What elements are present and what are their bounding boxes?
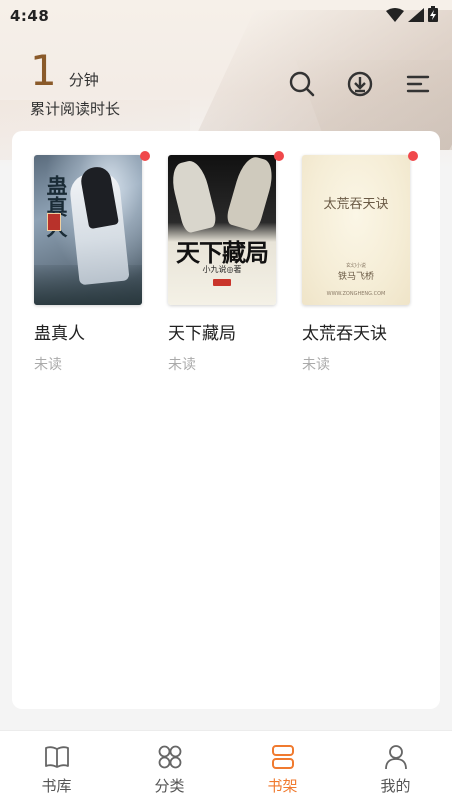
category-grid-icon xyxy=(158,745,181,769)
search-button[interactable] xyxy=(288,70,316,98)
cover-author: 铁马飞桥 xyxy=(337,272,374,282)
book-cover[interactable]: 蛊真人 xyxy=(34,155,142,305)
unread-dot xyxy=(408,151,418,161)
download-button[interactable] xyxy=(346,70,374,98)
reading-stats: 1 分钟 累计阅读时长 xyxy=(30,46,120,119)
status-time: 4:48 xyxy=(10,7,50,25)
download-icon xyxy=(347,71,373,97)
wifi-icon xyxy=(386,7,404,26)
book-item[interactable]: 蛊真人 蛊真人 未读 xyxy=(34,151,150,374)
menu-button[interactable] xyxy=(404,70,432,98)
nav-item-library[interactable]: 书库 xyxy=(0,731,113,804)
nav-label: 书库 xyxy=(41,777,72,795)
reading-unit: 分钟 xyxy=(68,71,99,89)
book-title[interactable]: 太荒吞天诀 xyxy=(302,319,414,344)
bookshelf-icon xyxy=(271,745,294,769)
cover-genre: 玄幻小说 xyxy=(345,263,366,269)
book-title[interactable]: 蛊真人 xyxy=(34,319,146,344)
menu-icon xyxy=(406,75,430,93)
search-icon xyxy=(289,71,315,97)
book-status: 未读 xyxy=(168,357,196,373)
cover-title: 天下藏局 xyxy=(176,238,269,267)
status-bar: 4:48 xyxy=(0,0,452,32)
book-item[interactable]: 太荒吞天诀 玄幻小说 铁马飞桥 WWW.ZONGHENG.COM 太荒吞天诀 未… xyxy=(302,151,418,374)
nav-label: 分类 xyxy=(154,777,185,795)
reading-minutes: 1 xyxy=(30,46,57,95)
user-icon xyxy=(384,745,407,770)
battery-charging-icon xyxy=(428,6,438,26)
nav-item-me[interactable]: 我的 xyxy=(339,731,452,804)
nav-label: 书架 xyxy=(267,777,298,795)
header-actions xyxy=(288,70,432,98)
book-status: 未读 xyxy=(34,357,62,373)
bottom-nav: 书库 分类 书架 我的 xyxy=(0,730,452,804)
cover-title: 太荒吞天诀 xyxy=(323,197,389,212)
bookshelf-card: 蛊真人 蛊真人 未读 天下藏局 小九说◎著 天下藏局 未读 太荒吞天诀 玄幻小说… xyxy=(12,131,440,709)
book-cover[interactable]: 太荒吞天诀 玄幻小说 铁马飞桥 WWW.ZONGHENG.COM xyxy=(302,155,410,305)
unread-dot xyxy=(140,151,150,161)
nav-item-bookshelf[interactable]: 书架 xyxy=(226,731,339,804)
nav-label: 我的 xyxy=(380,777,411,795)
reading-caption: 累计阅读时长 xyxy=(30,100,121,118)
signal-icon xyxy=(408,7,424,26)
book-open-icon xyxy=(44,746,69,768)
book-cover[interactable]: 天下藏局 小九说◎著 xyxy=(168,155,276,305)
status-icons xyxy=(386,6,438,26)
book-title[interactable]: 天下藏局 xyxy=(168,319,280,344)
cover-site: WWW.ZONGHENG.COM xyxy=(326,291,386,297)
book-item[interactable]: 天下藏局 小九说◎著 天下藏局 未读 xyxy=(168,151,284,374)
unread-dot xyxy=(274,151,284,161)
nav-item-category[interactable]: 分类 xyxy=(113,731,226,804)
book-status: 未读 xyxy=(302,357,330,373)
cover-author: 小九说◎著 xyxy=(202,265,242,274)
